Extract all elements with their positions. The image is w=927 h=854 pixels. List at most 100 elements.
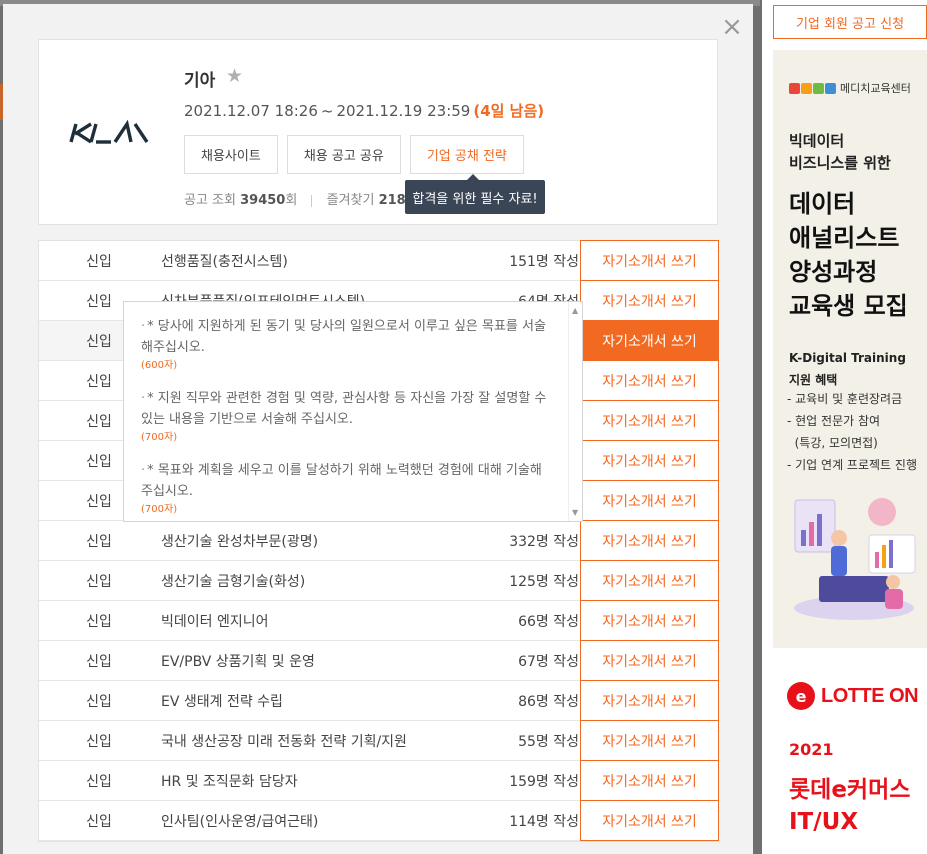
write-essay-button[interactable]: 자기소개서 쓰기 bbox=[580, 520, 719, 561]
recruit-site-button[interactable]: 채용사이트 bbox=[184, 135, 278, 174]
ad2-headline: 롯데e커머스 IT/UX bbox=[789, 777, 911, 835]
lotteon-logo: e LOTTE ON bbox=[787, 682, 919, 710]
views-unit: 회 bbox=[285, 193, 298, 208]
job-row: 신입 선행품질(충전시스템) 151명 작성 자기소개서 쓰기 bbox=[39, 240, 719, 281]
job-row: 신입 국내 생산공장 미래 전동화 전략 기획/지원 55명 작성 자기소개서 쓰기 bbox=[39, 720, 719, 761]
ad-benefit-list: - 교육비 및 훈련장려금 - 현업 전문가 참여 (특강, 모의면접) - 기… bbox=[787, 388, 917, 476]
scroll-down-icon[interactable]: ▼ bbox=[572, 508, 578, 517]
job-title[interactable]: 선행품질(충전시스템) bbox=[159, 251, 469, 271]
question-list: · * 당사에 지원하게 된 동기 및 당사의 일원으로서 이루고 싶은 목표를 … bbox=[141, 316, 551, 532]
char-limit: (700자) bbox=[141, 504, 178, 515]
job-row: 신입 HR 및 조직문화 담당자 159명 작성 자기소개서 쓰기 bbox=[39, 760, 719, 801]
essay-count: 67명 작성 bbox=[518, 653, 579, 670]
job-title[interactable]: 생산기술 완성차부문(광명) bbox=[159, 531, 469, 551]
ad-benefit: (특강, 모의면접) bbox=[787, 436, 878, 450]
job-type: 신입 bbox=[86, 693, 112, 710]
close-icon[interactable]: × bbox=[720, 14, 744, 40]
write-essay-button[interactable]: 자기소개서 쓰기 bbox=[580, 480, 719, 521]
write-essay-button[interactable]: 자기소개서 쓰기 bbox=[580, 600, 719, 641]
job-type: 신입 bbox=[86, 533, 112, 550]
essay-count: 151명 작성 bbox=[509, 253, 579, 270]
job-type: 신입 bbox=[86, 653, 112, 670]
write-essay-button[interactable]: 자기소개서 쓰기 bbox=[580, 440, 719, 481]
company-job-apply-button[interactable]: 기업 회원 공고 신청 bbox=[773, 5, 927, 39]
job-row: 신입 빅데이터 엔지니어 66명 작성 자기소개서 쓰기 bbox=[39, 600, 719, 641]
ad2-year: 2021 bbox=[789, 740, 834, 759]
job-title[interactable]: 국내 생산공장 미래 전동화 전략 기획/지원 bbox=[159, 731, 469, 751]
views-value: 39450 bbox=[240, 193, 286, 208]
ad-subtitle: 빅데이터 비즈니스를 위한 bbox=[789, 132, 891, 172]
period-end: 2021.12.19 23:59 bbox=[336, 102, 471, 120]
essay-count: 86명 작성 bbox=[518, 693, 579, 710]
job-title[interactable]: EV/PBV 상품기획 및 운영 bbox=[159, 651, 469, 671]
write-essay-button[interactable]: 자기소개서 쓰기 bbox=[580, 240, 719, 281]
essay-questions-popup: · * 당사에 지원하게 된 동기 및 당사의 일원으로서 이루고 싶은 목표를 … bbox=[123, 301, 583, 522]
question-item: · * 목표와 계획을 세우고 이를 달성하기 위해 노력했던 경험에 대해 기술… bbox=[141, 460, 551, 517]
lotteon-mark-icon: e bbox=[787, 682, 815, 710]
ad-brand-name: 메디치교육센터 bbox=[840, 82, 911, 95]
job-type: 신입 bbox=[86, 253, 112, 270]
question-text: · * 당사에 지원하게 된 동기 및 당사의 일원으로서 이루고 싶은 목표를 … bbox=[141, 316, 551, 358]
ad-program: K-Digital Training 지원 혜택 bbox=[789, 351, 906, 387]
essay-count: 159명 작성 bbox=[509, 773, 579, 790]
ad-banner-medici[interactable]: 메디치교육센터 빅데이터 비즈니스를 위한 데이터 애널리스트 양성과정 교육생… bbox=[773, 50, 927, 648]
ad-brand-logo: 메디치교육센터 bbox=[789, 80, 911, 96]
job-type: 신입 bbox=[86, 773, 112, 790]
write-essay-button[interactable]: 자기소개서 쓰기 bbox=[580, 560, 719, 601]
write-essay-button[interactable]: 자기소개서 쓰기 bbox=[580, 680, 719, 721]
favorites-label: 즐겨찾기 bbox=[326, 193, 375, 208]
essay-count: 125명 작성 bbox=[509, 573, 579, 590]
question-body: * 목표와 계획을 세우고 이를 달성하기 위해 노력했던 경험에 대해 기술해… bbox=[141, 463, 542, 499]
write-essay-button[interactable]: 자기소개서 쓰기 bbox=[580, 720, 719, 761]
question-body: * 당사에 지원하게 된 동기 및 당사의 일원으로서 이루고 싶은 목표를 서… bbox=[141, 319, 546, 355]
write-essay-button[interactable]: 자기소개서 쓰기 bbox=[580, 760, 719, 801]
char-limit: (600자) bbox=[141, 360, 178, 371]
share-posting-button[interactable]: 채용 공고 공유 bbox=[286, 135, 401, 174]
ad-headline: 데이터 애널리스트 양성과정 교육생 모집 bbox=[789, 190, 908, 320]
ad-benefit: - 현업 전문가 참여 bbox=[787, 414, 881, 428]
essay-count: 55명 작성 bbox=[518, 733, 579, 750]
favorite-star-icon[interactable]: ★ bbox=[226, 65, 243, 87]
write-essay-button[interactable]: 자기소개서 쓰기 bbox=[580, 640, 719, 681]
question-text: · * 지원 직무와 관련한 경험 및 역량, 관심사항 등 자신을 가장 잘 설… bbox=[141, 388, 551, 430]
job-row: 신입 생산기술 금형기술(화성) 125명 작성 자기소개서 쓰기 bbox=[39, 560, 719, 601]
job-type: 신입 bbox=[86, 733, 112, 750]
essay-count: 332명 작성 bbox=[509, 533, 579, 550]
remaining-days: (4일 남음) bbox=[473, 102, 545, 120]
ad-benefit: - 기업 연계 프로젝트 진행 bbox=[787, 458, 917, 472]
bullet: · bbox=[141, 391, 146, 406]
job-title[interactable]: 빅데이터 엔지니어 bbox=[159, 611, 469, 631]
views-label: 공고 조회 bbox=[184, 193, 236, 208]
write-essay-button[interactable]: 자기소개서 쓰기 bbox=[580, 400, 719, 441]
essay-count: 114명 작성 bbox=[509, 813, 579, 830]
brand-dots-icon bbox=[789, 82, 836, 94]
write-essay-button[interactable]: 자기소개서 쓰기 bbox=[580, 800, 719, 841]
job-title[interactable]: 생산기술 금형기술(화성) bbox=[159, 571, 469, 591]
job-title[interactable]: HR 및 조직문화 담당자 bbox=[159, 771, 469, 791]
company-action-buttons: 채용사이트 채용 공고 공유 기업 공채 전략 bbox=[184, 135, 524, 174]
company-name: 기아 bbox=[184, 71, 216, 91]
write-essay-button[interactable]: 자기소개서 쓰기 bbox=[580, 280, 719, 321]
ad-banner-lotteon[interactable]: e LOTTE ON 2021 롯데e커머스 IT/UX bbox=[773, 660, 927, 854]
write-essay-button[interactable]: 자기소개서 쓰기 bbox=[574, 320, 719, 361]
strategy-tooltip: 합격을 위한 필수 자료! bbox=[405, 174, 545, 214]
job-type: 신입 bbox=[86, 613, 112, 630]
job-title[interactable]: EV 생태계 전략 수립 bbox=[159, 691, 469, 711]
period-start: 2021.12.07 18:26 bbox=[184, 102, 318, 120]
job-row: 신입 EV 생태계 전략 수립 86명 작성 자기소개서 쓰기 bbox=[39, 680, 719, 721]
period-separator: ~ bbox=[320, 102, 334, 120]
bullet: · bbox=[141, 463, 146, 478]
ad-benefit: - 교육비 및 훈련장려금 bbox=[787, 392, 903, 406]
job-type: 신입 bbox=[86, 573, 112, 590]
scroll-up-icon[interactable]: ▲ bbox=[572, 306, 578, 315]
question-item: · * 지원 직무와 관련한 경험 및 역량, 관심사항 등 자신을 가장 잘 설… bbox=[141, 388, 551, 445]
company-strategy-button[interactable]: 기업 공채 전략 bbox=[409, 135, 524, 174]
job-posting-modal: × 기아 ★ 2021.12.07 18:26 ~2021.12.19 23:59… bbox=[3, 4, 753, 854]
job-row: 신입 EV/PBV 상품기획 및 운영 67명 작성 자기소개서 쓰기 bbox=[39, 640, 719, 681]
question-text: · * 목표와 계획을 세우고 이를 달성하기 위해 노력했던 경험에 대해 기술… bbox=[141, 460, 551, 502]
write-essay-button[interactable]: 자기소개서 쓰기 bbox=[580, 360, 719, 401]
job-title[interactable]: 인사팀(인사운영/급여근태) bbox=[159, 811, 469, 831]
popup-scrollbar[interactable]: ▲ ▼ bbox=[568, 302, 582, 521]
data-analysis-illustration bbox=[794, 498, 916, 620]
char-limit: (700자) bbox=[141, 432, 178, 443]
